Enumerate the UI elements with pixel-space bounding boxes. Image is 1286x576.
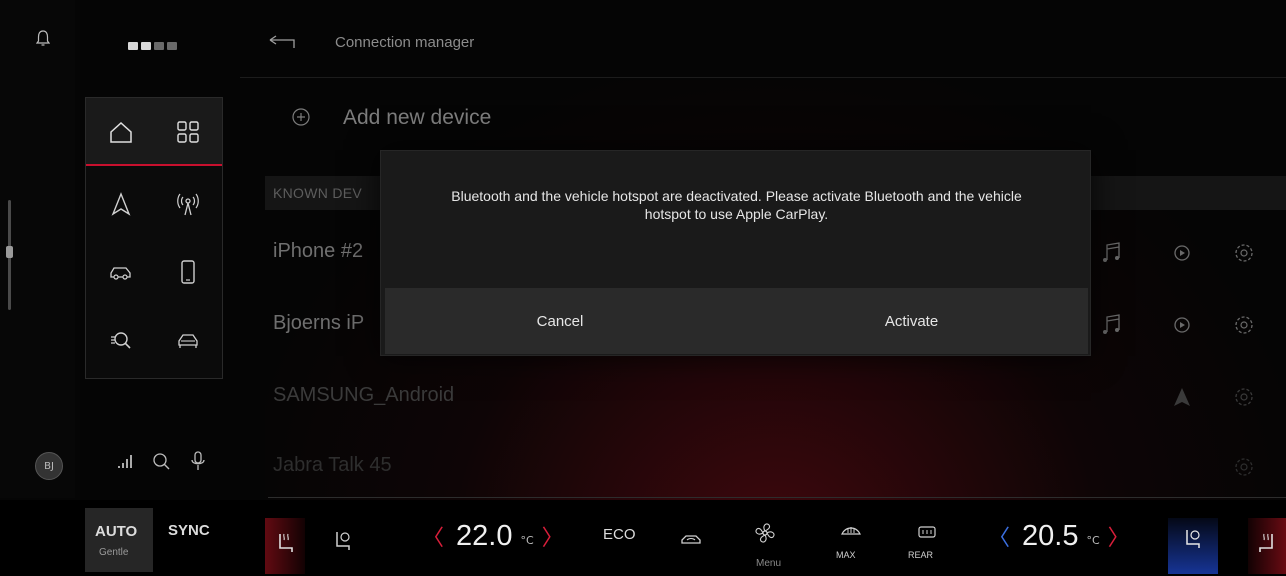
left-temperature-unit: °C — [520, 533, 534, 547]
app-launcher-grid — [85, 97, 223, 379]
radio-button[interactable] — [163, 179, 213, 229]
device-name: Jabra Talk 45 — [273, 454, 392, 476]
page-header: Connection manager — [240, 0, 1286, 78]
app-row-2 — [86, 170, 222, 238]
app-row-home — [86, 98, 222, 166]
user-avatar[interactable]: BJ — [35, 452, 63, 480]
rear-defrost-icon[interactable] — [914, 522, 940, 548]
avatar-initials: BJ — [44, 460, 54, 472]
right-temperature-unit: °C — [1086, 533, 1100, 547]
right-temp-down-chevron-icon[interactable]: 〈 — [988, 520, 1010, 552]
seat-ventilation-icon[interactable] — [1180, 526, 1206, 552]
sync-button[interactable]: SYNC — [168, 522, 210, 539]
navigation-button[interactable] — [96, 179, 146, 229]
settings-gear-icon[interactable] — [1231, 454, 1257, 480]
device-name: iPhone #2 — [273, 240, 364, 262]
device-row-jabra[interactable]: Jabra Talk 45 — [265, 432, 1286, 504]
all-apps-button[interactable] — [163, 107, 213, 157]
page-indicator — [128, 42, 177, 50]
app-row-4 — [86, 306, 222, 374]
phone-button[interactable] — [163, 247, 213, 297]
page-title: Connection manager — [335, 34, 475, 51]
page-dot — [154, 42, 164, 50]
app-row-3 — [86, 238, 222, 306]
music-note-icon[interactable] — [1099, 240, 1125, 266]
device-row-samsung[interactable]: SAMSUNG_Android — [265, 362, 1286, 434]
car-front-icon — [178, 334, 198, 348]
add-new-device-button[interactable]: Add new device — [265, 98, 1265, 142]
cancel-button[interactable]: Cancel — [385, 288, 735, 354]
navigation-arrow-icon — [111, 192, 131, 216]
home-button[interactable] — [96, 107, 146, 157]
rail-handle-indicator — [6, 246, 13, 258]
right-temperature-value: 20.5 — [1022, 519, 1079, 552]
quick-actions — [115, 450, 209, 472]
page-dot — [141, 42, 151, 50]
right-temperature-control: 〈 20.5 °C 〉 — [988, 520, 1130, 552]
page-dot — [128, 42, 138, 50]
left-temperature-value: 22.0 — [456, 519, 513, 552]
menu-label: Menu — [756, 558, 782, 569]
divider — [268, 497, 1286, 498]
right-temp-up-chevron-icon[interactable]: 〉 — [1108, 520, 1130, 552]
bluetooth-hotspot-dialog: Bluetooth and the vehicle hotspot are de… — [380, 150, 1091, 356]
section-label: KNOWN DEV — [273, 185, 363, 201]
car-settings-button[interactable] — [163, 315, 213, 365]
device-name: Bjoerns iP — [273, 312, 365, 334]
left-temperature-control: 〈 22.0 °C 〉 — [422, 520, 564, 552]
home-icon — [110, 121, 132, 143]
activate-button[interactable]: Activate — [735, 288, 1088, 354]
microphone-icon[interactable] — [187, 450, 209, 472]
back-arrow-icon[interactable] — [268, 34, 298, 54]
recirculation-icon[interactable] — [678, 528, 704, 554]
music-note-icon[interactable] — [1099, 312, 1125, 338]
signal-strength-icon[interactable] — [115, 450, 137, 472]
left-temp-down-chevron-icon[interactable]: 〈 — [422, 520, 444, 552]
settings-gear-icon[interactable] — [1231, 312, 1257, 338]
auto-mode-label: Gentle — [99, 547, 129, 558]
seat-ventilation-icon[interactable] — [330, 528, 356, 554]
antenna-icon — [177, 193, 199, 216]
carplay-play-icon[interactable] — [1169, 240, 1195, 266]
settings-gear-icon[interactable] — [1231, 240, 1257, 266]
eco-button[interactable]: ECO — [603, 526, 636, 543]
add-new-device-label: Add new device — [343, 106, 492, 129]
seat-heating-icon[interactable] — [272, 530, 298, 556]
rear-label: REAR — [908, 550, 934, 560]
device-name: SAMSUNG_Android — [273, 384, 455, 406]
seat-heating-icon[interactable] — [1254, 530, 1280, 556]
dialog-message: Bluetooth and the vehicle hotspot are de… — [451, 188, 1022, 222]
plus-circle-icon — [292, 108, 310, 126]
car-icon — [110, 267, 131, 280]
fan-icon[interactable] — [752, 520, 778, 546]
climate-control-bar: AUTO Gentle SYNC 〈 22.0 °C 〉 ECO Menu MA… — [0, 500, 1286, 576]
grid-icon — [177, 121, 199, 143]
smartphone-icon — [181, 260, 195, 284]
android-auto-icon[interactable] — [1169, 384, 1195, 410]
max-label: MAX — [836, 550, 856, 560]
defrost-max-icon[interactable] — [838, 522, 864, 548]
auto-label: AUTO — [95, 523, 138, 540]
dialog-button-bar: Cancel Activate — [385, 288, 1088, 354]
vehicle-button[interactable] — [96, 247, 146, 297]
search-button[interactable] — [96, 315, 146, 365]
voice-assistant-icon[interactable] — [151, 450, 173, 472]
left-temp-up-chevron-icon[interactable]: 〉 — [542, 520, 564, 552]
auto-climate-button[interactable]: AUTO Gentle — [85, 508, 153, 572]
left-rail: BJ — [0, 0, 75, 498]
notification-bell-icon[interactable] — [36, 30, 50, 48]
carplay-play-icon[interactable] — [1169, 312, 1195, 338]
infotainment-screen: BJ Connection manager Add new device KNO… — [0, 0, 1286, 576]
page-dot — [167, 42, 177, 50]
settings-gear-icon[interactable] — [1231, 384, 1257, 410]
search-icon — [111, 332, 131, 349]
